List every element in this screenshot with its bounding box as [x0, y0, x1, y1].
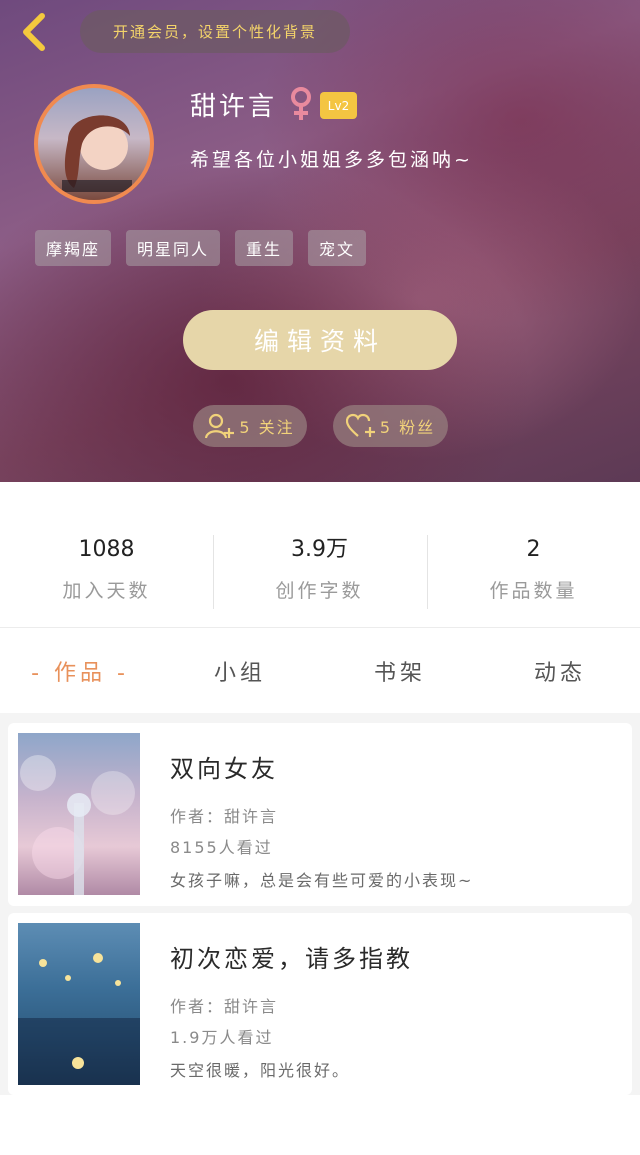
- work-views: 8155人看过: [170, 838, 273, 857]
- tab-activity[interactable]: 动态: [480, 629, 640, 713]
- avatar[interactable]: [34, 84, 154, 204]
- stat-works-count: 2 作品数量: [427, 534, 640, 610]
- stat-divider: [427, 535, 428, 609]
- following-label: 5 关注: [239, 418, 295, 437]
- tag-item: 宠文: [308, 230, 367, 266]
- stat-value: 1088: [78, 537, 135, 562]
- heart-plus-icon: [345, 413, 375, 437]
- fans-label: 5 粉丝: [379, 418, 436, 437]
- fans-button[interactable]: 5 粉丝: [333, 405, 448, 447]
- vip-prompt-label: 开通会员，设置个性化背景: [112, 23, 317, 41]
- tab-works[interactable]: - 作品 -: [0, 629, 160, 713]
- tag-list: 摩羯座 明星同人 重生 宠文: [35, 230, 367, 266]
- cover-image: [20, 755, 135, 895]
- user-plus-icon: [205, 413, 235, 439]
- profile-tabs: - 作品 - 小组 书架 动态: [0, 629, 640, 713]
- back-button[interactable]: [14, 10, 54, 54]
- tab-bookshelf[interactable]: 书架: [320, 629, 480, 713]
- work-card[interactable]: 初次恋爱，请多指教 作者：甜许言 1.9万人看过 天空很暖，阳光很好。: [8, 913, 632, 1095]
- chevron-left-icon: [23, 13, 45, 51]
- work-cover: [18, 733, 140, 895]
- profile-header: 开通会员，设置个性化背景 甜许言 Lv2 希望各位小姐姐多多包涵呐~ 摩羯座 明…: [0, 0, 640, 482]
- bio-text: 希望各位小姐姐多多包涵呐~: [190, 149, 473, 171]
- avatar-image: [62, 115, 132, 192]
- stat-label: 加入天数: [62, 580, 151, 602]
- stat-value: 3.9万: [291, 537, 348, 562]
- tag-item: 重生: [235, 230, 294, 266]
- stat-divider: [213, 535, 214, 609]
- vip-prompt-button[interactable]: 开通会员，设置个性化背景: [80, 10, 350, 53]
- work-author: 作者：甜许言: [170, 997, 279, 1016]
- work-description: 天空很暖，阳光很好。: [170, 1061, 351, 1080]
- stat-join-days: 1088 加入天数: [0, 534, 213, 610]
- stat-label: 作品数量: [489, 580, 578, 602]
- work-author: 作者：甜许言: [170, 807, 279, 826]
- work-views: 1.9万人看过: [170, 1028, 274, 1047]
- stat-word-count: 3.9万 创作字数: [213, 534, 426, 610]
- stat-label: 创作字数: [275, 580, 364, 602]
- work-title: 双向女友: [170, 755, 278, 783]
- cover-image: [18, 953, 140, 1085]
- works-list: 双向女友 作者：甜许言 8155人看过 女孩子嘛，总是会有些可爱的小表现~ 初次…: [0, 713, 640, 1095]
- stat-value: 2: [526, 537, 541, 562]
- tab-groups[interactable]: 小组: [160, 629, 320, 713]
- tag-item: 摩羯座: [35, 230, 112, 266]
- tag-item: 明星同人: [126, 230, 221, 266]
- username: 甜许言: [190, 92, 278, 122]
- stats-row: 1088 加入天数 3.9万 创作字数 2 作品数量: [0, 482, 640, 628]
- following-button[interactable]: 5 关注: [193, 405, 307, 447]
- work-title: 初次恋爱，请多指教: [170, 945, 413, 973]
- work-cover: [18, 923, 140, 1085]
- work-card[interactable]: 双向女友 作者：甜许言 8155人看过 女孩子嘛，总是会有些可爱的小表现~: [8, 723, 632, 906]
- work-description: 女孩子嘛，总是会有些可爱的小表现~: [170, 871, 474, 890]
- edit-profile-button[interactable]: 编辑资料: [183, 310, 457, 370]
- female-icon: [291, 87, 311, 120]
- level-badge: Lv2: [320, 92, 357, 119]
